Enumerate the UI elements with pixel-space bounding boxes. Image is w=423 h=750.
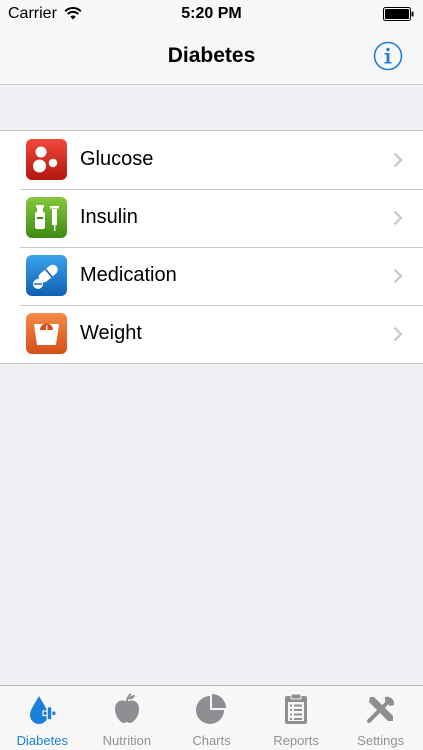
- tab-reports[interactable]: Reports: [254, 686, 339, 750]
- tab-label: Nutrition: [102, 733, 152, 748]
- tab-diabetes[interactable]: Diabetes: [0, 686, 85, 750]
- page-title: Diabetes: [167, 44, 256, 67]
- tab-label: Diabetes: [16, 733, 68, 748]
- insulin-syringe-icon: [26, 197, 67, 238]
- menu-item-glucose[interactable]: Glucose: [0, 131, 423, 189]
- tab-label: Settings: [357, 733, 405, 748]
- row-separator: [20, 305, 423, 306]
- menu-item-weight[interactable]: Weight: [0, 305, 423, 363]
- menu-list: Glucose Insulin Medication Weight: [0, 130, 423, 364]
- diabetes-drop-icon: [30, 696, 57, 724]
- chevron-right-icon: [393, 152, 403, 168]
- row-separator: [20, 189, 423, 190]
- battery-icon: [383, 7, 414, 21]
- menu-item-label: Insulin: [80, 206, 138, 228]
- apple-icon: [114, 693, 139, 723]
- navigation-bar: Diabetes: [0, 28, 423, 85]
- chevron-right-icon: [393, 210, 403, 226]
- clock: 5:20 PM: [181, 5, 242, 22]
- tab-nutrition[interactable]: Nutrition: [85, 686, 170, 750]
- tab-settings[interactable]: Settings: [338, 686, 423, 750]
- pills-icon: [26, 255, 67, 296]
- tab-label: Reports: [273, 733, 319, 748]
- row-separator: [20, 247, 423, 248]
- menu-item-medication[interactable]: Medication: [0, 247, 423, 305]
- pie-chart-icon: [196, 694, 227, 724]
- menu-item-label: Weight: [80, 322, 142, 344]
- chevron-right-icon: [393, 326, 403, 342]
- status-bar: Carrier 5:20 PM: [0, 0, 423, 28]
- menu-item-insulin[interactable]: Insulin: [0, 189, 423, 247]
- chevron-right-icon: [393, 268, 403, 284]
- scale-icon: [26, 313, 67, 354]
- clipboard-icon: [285, 693, 308, 724]
- tab-label: Charts: [192, 733, 231, 748]
- tools-icon: [366, 696, 394, 723]
- menu-item-label: Medication: [80, 264, 177, 286]
- tab-charts[interactable]: Charts: [169, 686, 254, 750]
- menu-item-label: Glucose: [80, 148, 154, 170]
- info-icon[interactable]: [373, 41, 403, 71]
- glucose-drops-icon: [26, 139, 67, 180]
- tab-bar: Diabetes Nutrition Charts Reports Settin…: [0, 685, 423, 750]
